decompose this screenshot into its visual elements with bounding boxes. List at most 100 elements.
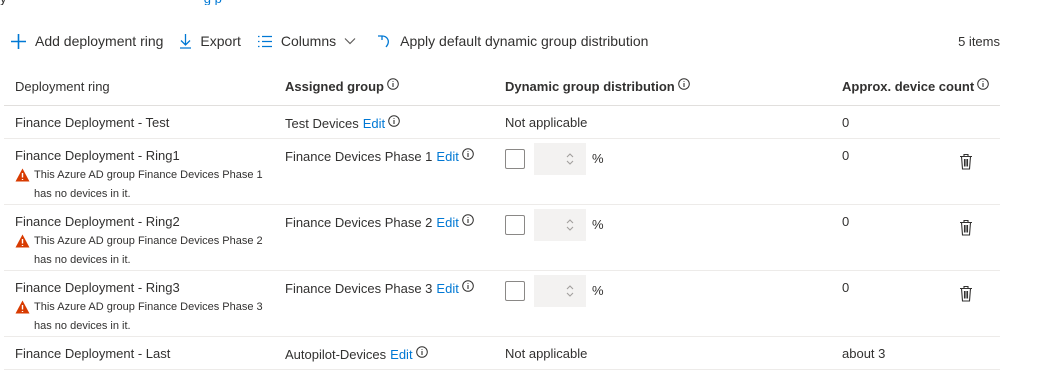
clipped-description: y g p xyxy=(0,0,320,5)
command-bar: Add deployment ring Export Columns Apply… xyxy=(0,28,1010,54)
device-count: 0 xyxy=(842,279,850,295)
column-header-device-count[interactable]: Approx. device count xyxy=(831,68,1000,106)
table-row[interactable]: Finance Deployment - Ring2 This Azure AD… xyxy=(4,204,1000,271)
edit-group-link[interactable]: Edit xyxy=(436,215,458,230)
column-header-deployment-ring[interactable]: Deployment ring xyxy=(4,68,274,106)
warning-text: This Azure AD group Finance Devices Phas… xyxy=(34,300,263,332)
trash-icon[interactable] xyxy=(959,285,973,302)
assigned-group-name: Test Devices xyxy=(285,115,359,131)
warning-icon xyxy=(15,300,30,313)
spin-arrows-icon[interactable] xyxy=(566,218,574,232)
spin-arrows-icon[interactable] xyxy=(566,152,574,166)
info-icon[interactable] xyxy=(462,213,474,226)
column-header-label: Deployment ring xyxy=(15,78,110,94)
ring-name: Finance Deployment - Test xyxy=(4,105,274,139)
ring-cell: Finance Deployment - Ring3 This Azure AD… xyxy=(4,270,274,337)
percent-sign: % xyxy=(592,217,604,232)
device-count: 0 xyxy=(842,147,850,163)
count-cell: 0 xyxy=(831,204,1000,271)
distribution-checkbox[interactable] xyxy=(505,214,525,235)
add-deployment-ring-button[interactable]: Add deployment ring xyxy=(4,28,169,54)
trash-icon[interactable] xyxy=(959,219,973,236)
column-header-assigned-group[interactable]: Assigned group xyxy=(274,68,494,106)
info-icon[interactable] xyxy=(462,279,474,292)
assigned-group-cell: Finance Devices Phase 3 Edit xyxy=(274,270,494,337)
distribution-checkbox[interactable] xyxy=(505,280,525,301)
device-count: 0 xyxy=(831,105,1000,139)
info-icon[interactable] xyxy=(415,345,428,358)
columns-button[interactable]: Columns xyxy=(251,28,362,54)
assigned-group-cell: Finance Devices Phase 1 Edit xyxy=(274,138,494,205)
info-icon[interactable] xyxy=(977,78,990,91)
edit-group-link[interactable]: Edit xyxy=(436,149,458,164)
ring-name: Finance Deployment - Ring2 xyxy=(15,213,180,229)
assigned-group-name: Finance Devices Phase 2 xyxy=(285,214,433,230)
trash-icon[interactable] xyxy=(959,153,973,170)
percent-spinbutton[interactable] xyxy=(534,142,586,175)
distribution-text: Not applicable xyxy=(494,105,831,139)
item-count: 5 items xyxy=(958,33,1000,49)
chevron-down-icon xyxy=(344,38,356,45)
device-count: about 3 xyxy=(831,336,1000,370)
info-icon[interactable] xyxy=(388,114,400,127)
warning-text: This Azure AD group Finance Devices Phas… xyxy=(34,168,263,200)
export-label: Export xyxy=(200,33,241,49)
edit-group-link[interactable]: Edit xyxy=(390,347,412,362)
column-header-label: Approx. device count xyxy=(842,79,975,95)
add-deployment-ring-label: Add deployment ring xyxy=(35,33,164,49)
list-icon xyxy=(257,35,272,47)
assigned-group-cell: Autopilot-Devices Edit xyxy=(274,336,494,370)
spin-arrows-icon[interactable] xyxy=(566,284,574,298)
column-header-dynamic-distribution[interactable]: Dynamic group distribution xyxy=(494,68,831,106)
distribution-cell: % xyxy=(494,270,831,337)
assigned-group-name: Finance Devices Phase 3 xyxy=(285,280,433,296)
empty-group-warning: This Azure AD group Finance Devices Phas… xyxy=(15,166,275,204)
info-icon[interactable] xyxy=(462,147,474,160)
ring-name: Finance Deployment - Last xyxy=(4,336,274,370)
count-cell: 0 xyxy=(831,138,1000,205)
table-row[interactable]: Finance Deployment - Last Autopilot-Devi… xyxy=(4,336,1000,370)
warning-icon xyxy=(15,234,30,247)
distribution-text: Not applicable xyxy=(494,336,831,370)
assigned-group-cell: Test Devices Edit xyxy=(274,105,494,139)
count-cell: 0 xyxy=(831,270,1000,337)
ring-cell: Finance Deployment - Ring1 This Azure AD… xyxy=(4,138,275,205)
assigned-group-cell: Finance Devices Phase 2 Edit xyxy=(274,204,494,271)
clipped-description-link[interactable]: g p xyxy=(204,0,222,5)
deployment-rings-table: Deployment ring Assigned group Dynamic g… xyxy=(4,68,1000,370)
percent-spinbutton[interactable] xyxy=(534,208,586,241)
apply-default-distribution-label: Apply default dynamic group distribution xyxy=(400,33,649,49)
device-count: 0 xyxy=(842,213,850,229)
ring-name: Finance Deployment - Ring1 xyxy=(15,147,180,163)
ring-cell: Finance Deployment - Ring2 This Azure AD… xyxy=(4,204,275,271)
distribution-cell: % xyxy=(494,204,831,271)
column-header-label: Assigned group xyxy=(285,79,384,95)
info-icon[interactable] xyxy=(387,78,399,91)
ring-name: Finance Deployment - Ring3 xyxy=(15,279,180,295)
export-button[interactable]: Export xyxy=(173,28,246,54)
column-header-label: Dynamic group distribution xyxy=(505,79,675,95)
undo-icon xyxy=(378,35,390,48)
warning-icon xyxy=(15,168,30,181)
apply-default-distribution-button[interactable]: Apply default dynamic group distribution xyxy=(370,28,654,54)
table-header-row: Deployment ring Assigned group Dynamic g… xyxy=(4,68,1000,106)
download-icon xyxy=(180,34,192,49)
plus-icon xyxy=(11,33,26,49)
percent-sign: % xyxy=(592,151,604,166)
percent-spinbutton[interactable] xyxy=(534,274,586,307)
columns-label: Columns xyxy=(280,33,337,49)
edit-group-link[interactable]: Edit xyxy=(436,281,458,296)
warning-text: This Azure AD group Finance Devices Phas… xyxy=(34,234,263,266)
empty-group-warning: This Azure AD group Finance Devices Phas… xyxy=(15,232,275,270)
percent-sign: % xyxy=(592,283,604,298)
info-icon[interactable] xyxy=(677,78,690,91)
clipped-description-text: y xyxy=(0,0,7,5)
assigned-group-name: Finance Devices Phase 1 xyxy=(285,148,433,164)
distribution-checkbox[interactable] xyxy=(505,148,525,169)
distribution-cell: % xyxy=(494,138,831,205)
assigned-group-name: Autopilot-Devices xyxy=(285,346,387,362)
table-row[interactable]: Finance Deployment - Ring1 This Azure AD… xyxy=(4,138,1000,205)
table-row[interactable]: Finance Deployment - Ring3 This Azure AD… xyxy=(4,270,1000,337)
table-row[interactable]: Finance Deployment - Test Test Devices Ed… xyxy=(4,105,1000,139)
edit-group-link[interactable]: Edit xyxy=(363,116,385,131)
